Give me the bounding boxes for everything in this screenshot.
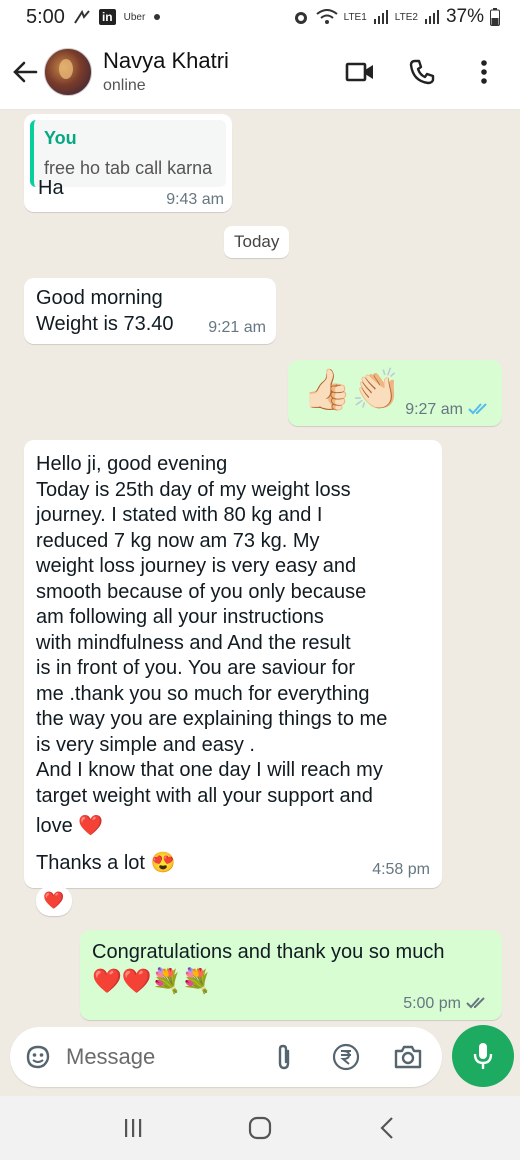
delivered-receipt-icon (466, 997, 485, 1009)
message-line: weight loss journey is very easy and (36, 555, 357, 577)
message-time: 9:21 am (208, 318, 266, 336)
message-line: the way you are explaining things to me (36, 708, 388, 730)
paperclip-icon (278, 1044, 290, 1070)
message-text: Ha (38, 177, 64, 199)
emoji-button[interactable] (18, 1037, 58, 1077)
phone-icon (409, 59, 435, 84)
back-arrow-icon (13, 61, 38, 82)
message-line: Thanks a lot 😍 (36, 852, 176, 874)
message-line: Hello ji, good evening (36, 453, 228, 475)
message-emoji: 👍🏻👏🏻 (302, 368, 402, 412)
message-time-row: 5:00 pm (403, 991, 488, 1017)
message-line: target weight with all your support and (36, 784, 373, 807)
chevron-left-icon (380, 1117, 393, 1139)
voice-message-button[interactable] (452, 1025, 514, 1087)
attach-button[interactable] (264, 1037, 304, 1077)
contact-status: online (103, 77, 146, 94)
recents-button[interactable] (111, 1106, 155, 1150)
alarm-icon (292, 8, 310, 26)
back-nav-button[interactable] (365, 1106, 409, 1150)
back-button[interactable] (6, 53, 44, 91)
message-bubble[interactable]: You free ho tab call karna Ha 9:43 am (24, 114, 232, 212)
recents-icon (125, 1119, 142, 1137)
sticker-icon (26, 1045, 50, 1069)
message-line: me .thank you so much for everything (36, 682, 370, 705)
message-line: smooth because of you only because (36, 580, 367, 603)
rupee-icon (332, 1043, 360, 1071)
quoted-text: free ho tab call karna (44, 157, 213, 178)
message-bubble[interactable]: Hello ji, good evening Today is 25th day… (24, 440, 442, 888)
message-text: Congratulations and thank you so much (92, 941, 445, 963)
message-line: reduced 7 kg now am 73 kg. My (36, 529, 320, 552)
message-time: 9:43 am (166, 190, 224, 208)
message-input-container[interactable]: Message (10, 1027, 442, 1087)
message-line: Good morning (36, 287, 163, 309)
message-time: 9:27 am (405, 400, 463, 418)
microphone-icon (473, 1043, 493, 1069)
message-line: am following all your instructions (36, 606, 324, 628)
contact-info[interactable]: Navya Khatri online (103, 48, 229, 95)
message-time: 5:00 pm (403, 994, 461, 1012)
message-input[interactable]: Message (66, 1044, 264, 1070)
system-nav-bar (0, 1096, 520, 1160)
battery-icon (490, 8, 500, 26)
message-bubble[interactable]: Congratulations and thank you so much ❤️… (80, 930, 502, 1020)
uber-notification: Uber (123, 11, 146, 23)
camera-icon (394, 1045, 422, 1069)
date-chip: Today (224, 226, 290, 258)
status-time: 5:00 (26, 5, 65, 28)
avatar[interactable] (44, 47, 92, 96)
sim2-label: LTE2 (394, 11, 418, 23)
message-line: And I know that one day I will reach my (36, 759, 383, 781)
signal-icon-2 (424, 9, 440, 25)
message-line: journey. I stated with 80 kg and I (36, 504, 323, 526)
message-time-row: 9:27 am (405, 397, 490, 423)
message-line: love ❤️ (36, 815, 104, 837)
message-bubble[interactable]: 👍🏻👏🏻 9:27 am (288, 360, 502, 426)
more-options-button[interactable] (466, 54, 502, 90)
camera-button[interactable] (388, 1037, 428, 1077)
reaction-heart[interactable]: ❤️ (36, 886, 72, 916)
payment-button[interactable] (326, 1037, 366, 1077)
signal-icon (373, 9, 389, 25)
video-camera-icon (345, 62, 373, 81)
notification-dot-icon (153, 13, 161, 21)
contact-name: Navya Khatri (103, 48, 229, 73)
chat-area[interactable]: You free ho tab call karna Ha 9:43 am To… (0, 110, 520, 1030)
wifi-icon (316, 9, 338, 25)
chat-header: Navya Khatri online (0, 34, 520, 110)
gesture-icon (73, 9, 91, 25)
video-call-button[interactable] (342, 54, 378, 90)
message-line: is very simple and easy . (36, 733, 255, 756)
read-receipt-icon (468, 403, 487, 415)
battery-percent: 37% (445, 6, 484, 27)
status-bar: 5:00 in Uber LTE1 LTE2 37% (0, 0, 520, 34)
message-line: with mindfulness and And the result (36, 631, 351, 654)
sim1-label: LTE1 (343, 11, 367, 23)
home-icon (248, 1116, 272, 1140)
message-line: is in front of you. You are saviour for (36, 657, 356, 679)
input-bar: Message (0, 1024, 520, 1092)
voice-call-button[interactable] (404, 54, 440, 90)
quoted-author: You (44, 128, 77, 148)
linkedin-icon: in (98, 9, 116, 25)
message-line: Today is 25th day of my weight loss (36, 478, 351, 501)
message-bubble[interactable]: Good morning Weight is 73.40 9:21 am (24, 278, 276, 344)
message-time: 4:58 pm (372, 860, 430, 878)
home-button[interactable] (238, 1106, 282, 1150)
more-vertical-icon (481, 59, 487, 84)
